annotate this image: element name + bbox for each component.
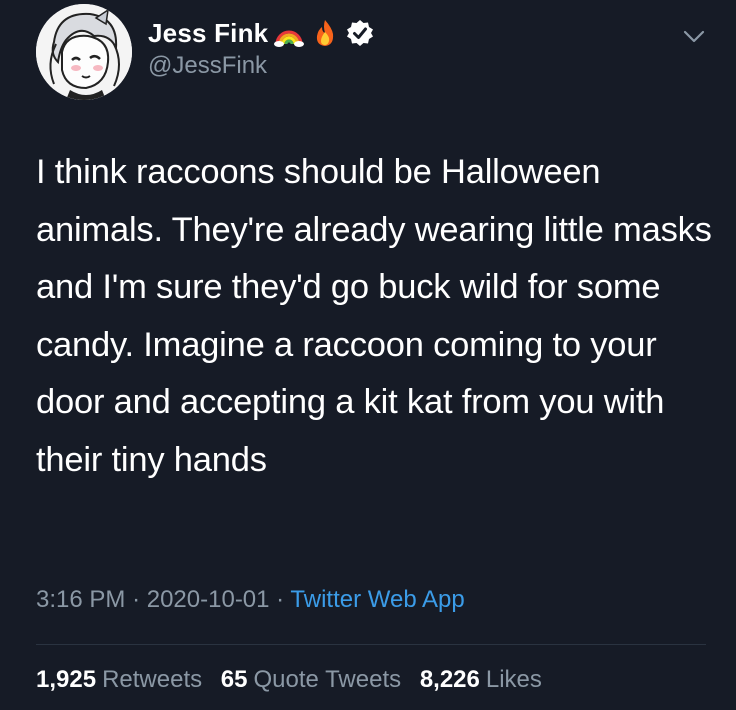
tweet-time[interactable]: 3:16 PM: [36, 586, 125, 613]
tweet-date[interactable]: 2020-10-01: [147, 586, 270, 613]
tweet-stats: 1,925 Retweets 65 Quote Tweets 8,226 Likes: [36, 666, 554, 694]
author-names: Jess Fink @JessFink: [148, 16, 374, 80]
tweet-text: I think raccoons should be Halloween ani…: [36, 153, 712, 479]
verified-badge-icon: [346, 19, 374, 47]
retweets-count: 1,925: [36, 666, 97, 693]
tweet-source-link[interactable]: Twitter Web App: [290, 586, 464, 613]
divider: [36, 644, 706, 645]
author-handle[interactable]: @JessFink: [148, 52, 374, 80]
tweet-meta: 3:16 PM · 2020-10-01 · Twitter Web App: [36, 586, 465, 614]
display-name-row: Jess Fink: [148, 16, 374, 50]
meta-separator: ·: [132, 586, 141, 613]
display-name[interactable]: Jess Fink: [148, 18, 268, 49]
rainbow-icon: [274, 18, 305, 48]
quote-tweets-stat[interactable]: 65 Quote Tweets: [221, 666, 401, 693]
tweet-header: Jess Fink @JessFink: [36, 4, 706, 104]
retweets-stat[interactable]: 1,925 Retweets: [36, 666, 202, 693]
quote-tweets-label: Quote Tweets: [253, 666, 402, 693]
avatar[interactable]: [36, 4, 132, 100]
likes-label: Likes: [485, 666, 542, 693]
likes-stat[interactable]: 8,226 Likes: [420, 666, 542, 693]
quote-tweets-count: 65: [220, 666, 248, 693]
chevron-down-icon[interactable]: [682, 26, 706, 46]
likes-count: 8,226: [419, 666, 480, 693]
fire-icon: [310, 18, 340, 48]
retweets-label: Retweets: [102, 666, 203, 693]
meta-separator: ·: [276, 586, 285, 613]
tweet-card: Jess Fink @JessFink I think raccoons sho…: [0, 0, 736, 710]
